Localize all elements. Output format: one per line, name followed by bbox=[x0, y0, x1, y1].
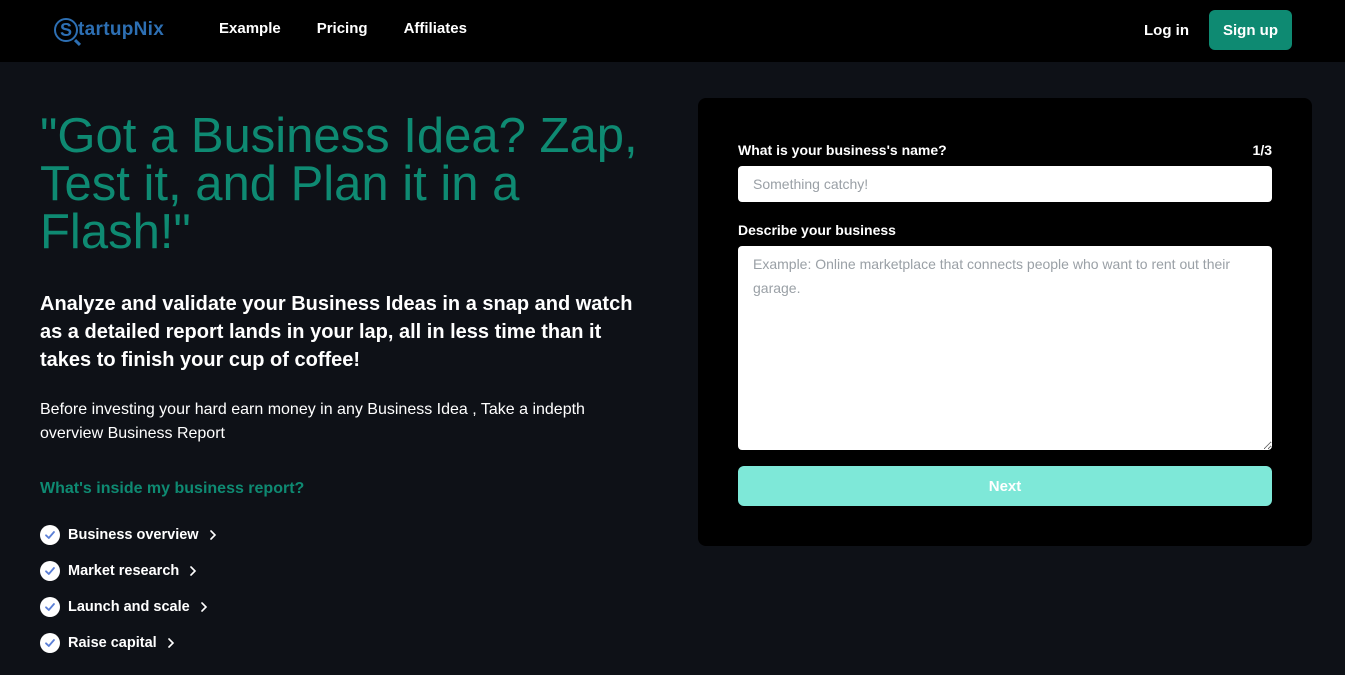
nav-link-pricing[interactable]: Pricing bbox=[317, 20, 368, 37]
nav-link-example[interactable]: Example bbox=[219, 20, 281, 37]
business-description-label: Describe your business bbox=[738, 222, 896, 238]
chevron-right-icon bbox=[167, 635, 175, 652]
business-form-card: What is your business's name? 1/3 Descri… bbox=[698, 98, 1312, 546]
report-item-business-overview[interactable]: Business overview bbox=[40, 517, 217, 553]
nav-link-affiliates[interactable]: Affiliates bbox=[404, 20, 467, 37]
business-name-label: What is your business's name? bbox=[738, 142, 947, 158]
next-button[interactable]: Next bbox=[738, 466, 1272, 506]
signup-button[interactable]: Sign up bbox=[1209, 10, 1292, 50]
check-circle-icon bbox=[40, 561, 60, 581]
brand-name: tartupNix bbox=[78, 19, 165, 40]
check-circle-icon bbox=[40, 597, 60, 617]
check-circle-icon bbox=[40, 633, 60, 653]
report-item-market-research[interactable]: Market research bbox=[40, 553, 217, 589]
report-item-launch-and-scale[interactable]: Launch and scale bbox=[40, 589, 217, 625]
report-item-raise-capital[interactable]: Raise capital bbox=[40, 625, 217, 661]
step-indicator: 1/3 bbox=[1252, 142, 1272, 158]
main-nav: Example Pricing Affiliates bbox=[219, 20, 467, 37]
chevron-right-icon bbox=[209, 527, 217, 544]
report-item-label: Raise capital bbox=[68, 635, 157, 651]
hero-subtitle: Analyze and validate your Business Ideas… bbox=[40, 293, 633, 371]
brand-initial: S bbox=[59, 19, 72, 40]
report-item-label: Business overview bbox=[68, 527, 199, 543]
login-link[interactable]: Log in bbox=[1144, 22, 1189, 39]
magnifier-logo-icon: S bbox=[54, 18, 78, 42]
chevron-right-icon bbox=[189, 563, 197, 580]
hero-title: "Got a Business Idea? Zap, Test it, and … bbox=[40, 109, 638, 259]
chevron-right-icon bbox=[200, 599, 208, 616]
top-navigation-bar: S tartupNix Example Pricing Affiliates L… bbox=[0, 0, 1345, 62]
report-contents-list: Business overview Market research Launch… bbox=[40, 517, 217, 661]
check-circle-icon bbox=[40, 525, 60, 545]
brand-logo[interactable]: S tartupNix bbox=[54, 14, 164, 46]
business-name-input[interactable] bbox=[738, 166, 1272, 202]
business-description-input[interactable] bbox=[738, 246, 1272, 450]
report-item-label: Launch and scale bbox=[68, 599, 190, 615]
report-contents-heading: What's inside my business report? bbox=[40, 480, 305, 497]
hero-description: Before investing your hard earn money in… bbox=[40, 401, 585, 442]
report-item-label: Market research bbox=[68, 563, 180, 579]
